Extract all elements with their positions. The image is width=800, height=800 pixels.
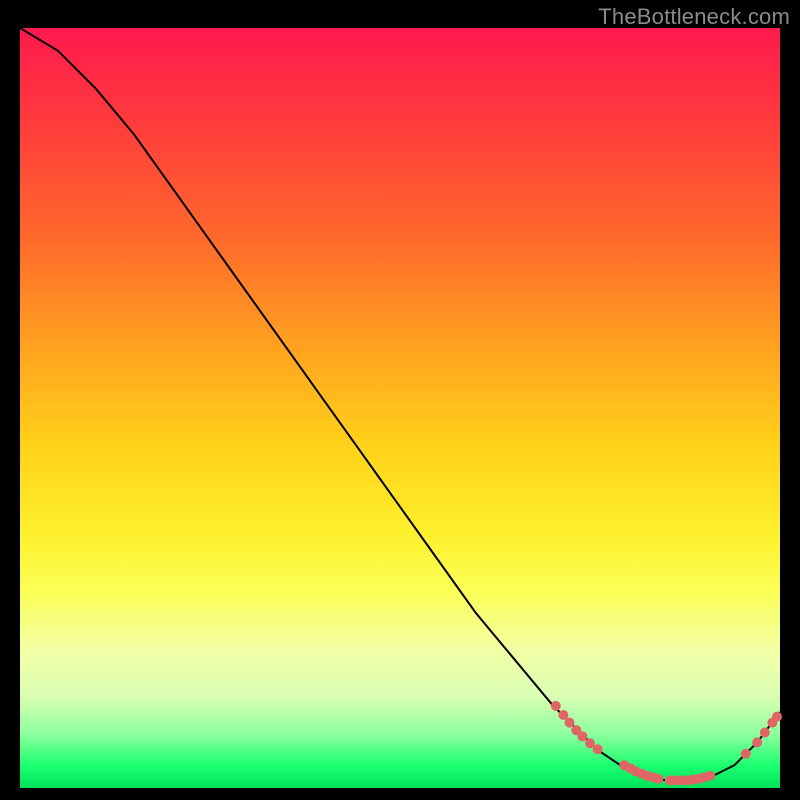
data-marker	[772, 712, 782, 722]
data-marker	[551, 701, 561, 711]
watermark-label: TheBottleneck.com	[598, 4, 790, 30]
data-marker	[577, 731, 587, 741]
bottleneck-line	[20, 28, 780, 780]
data-markers	[551, 701, 782, 786]
data-marker	[752, 737, 762, 747]
curve-svg	[20, 28, 780, 788]
data-marker	[760, 728, 770, 738]
chart-frame: TheBottleneck.com	[0, 0, 800, 800]
data-marker	[565, 718, 575, 728]
data-marker	[705, 771, 715, 781]
plot-area	[20, 28, 780, 788]
data-marker	[741, 749, 751, 759]
data-marker	[593, 744, 603, 754]
data-marker	[653, 774, 663, 784]
